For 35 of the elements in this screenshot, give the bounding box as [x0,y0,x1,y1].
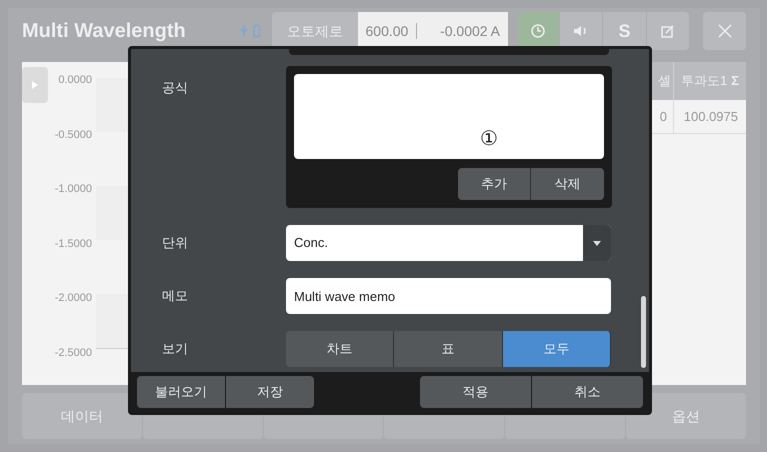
memo-input[interactable]: Multi wave memo [286,278,611,314]
formula-button[interactable]: 추가 [458,168,531,200]
formula-button[interactable]: 삭제 [531,168,604,200]
footer-button[interactable]: 저장 [226,376,314,408]
formula-textarea[interactable]: ① [294,74,604,159]
annotation-marker: ① [480,128,498,150]
scrollbar-thumb[interactable] [641,296,646,368]
wavelength-value: 600.00 [366,22,408,40]
field-label: 공식 [161,79,189,97]
usb-icon [238,24,249,38]
pin-icon [252,24,260,38]
edit-icon [661,24,676,38]
dropdown-value: Conc. [293,234,329,252]
table-cell-text: 100.0975 [682,108,739,126]
axis-tick-label: -0.5000 [54,128,92,142]
footer-button[interactable]: 불러오기 [137,376,225,408]
window-title: Multi Wavelength [22,19,187,44]
unit-dropdown[interactable]: Conc. [286,225,611,261]
axis-tick-label: -1.0000 [54,182,92,197]
field-label: 단위 [161,234,189,252]
axis-tick-label: -1.5000 [54,236,92,252]
clock-icon [531,24,546,38]
field-label: 보기 [161,340,189,358]
absorbance-value: -0.0002 A [440,22,500,40]
view-option-tab[interactable]: 차트 [286,331,394,367]
footer-button[interactable]: 취소 [532,376,643,408]
axis-tick-label: -2.5000 [54,346,92,360]
axis-tick-label: 0.0000 [58,73,92,88]
axis-tick-label: -2.0000 [54,291,92,306]
footer-button[interactable]: 적용 [420,376,531,408]
play-icon [32,81,38,89]
field-label: 메모 [161,287,189,306]
view-option-tab[interactable]: 표 [394,331,503,367]
close-icon [716,23,733,39]
caret-icon [593,240,601,246]
